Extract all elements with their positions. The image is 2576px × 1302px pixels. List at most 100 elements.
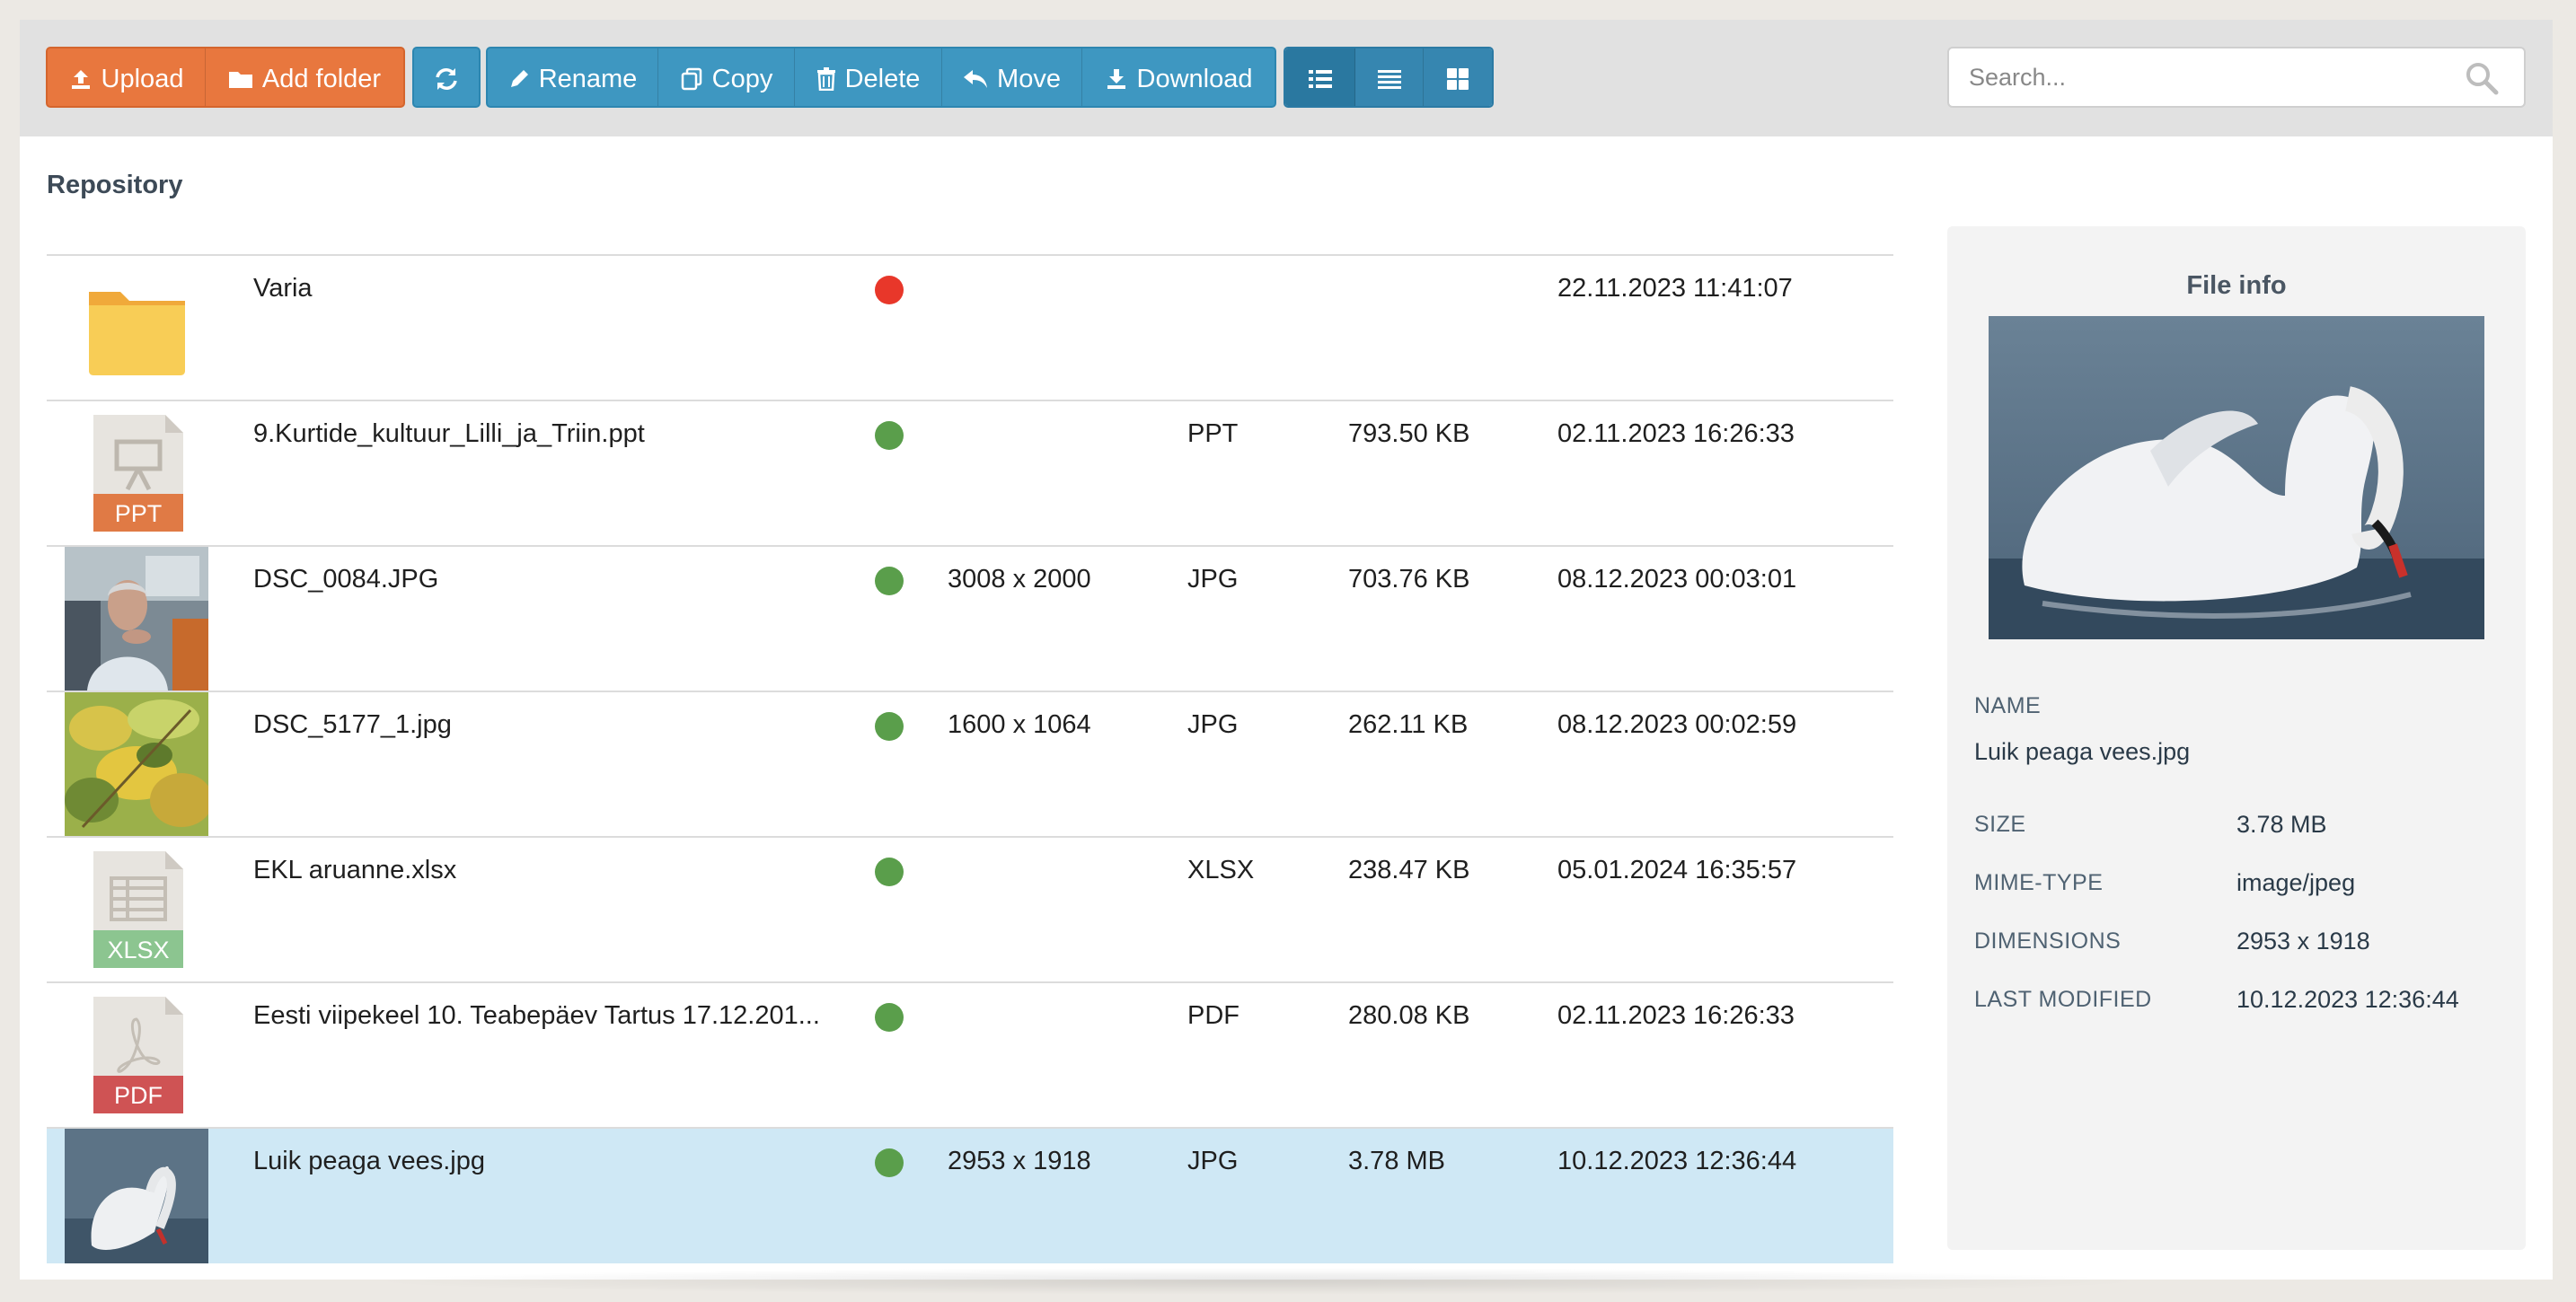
last-modified-label: LAST MODIFIED bbox=[1974, 987, 2152, 1012]
file-type: JPG bbox=[1187, 710, 1239, 739]
search-input[interactable] bbox=[1969, 48, 2454, 106]
file-type: PDF bbox=[1187, 1001, 1239, 1030]
mime-type-value: image/jpeg bbox=[2236, 869, 2356, 896]
size-value: 3.78 MB bbox=[2236, 811, 2327, 838]
upload-button[interactable]: Upload bbox=[48, 48, 206, 106]
add-folder-label: Add folder bbox=[261, 64, 382, 93]
file-modified: 05.01.2024 16:35:57 bbox=[1557, 856, 1797, 884]
pdf-file-icon: PDF bbox=[65, 983, 208, 1127]
dimensions-label: DIMENSIONS bbox=[1974, 928, 2122, 954]
file-name: EKL aruanne.xlsx bbox=[253, 856, 457, 884]
ppt-file-icon: PPT bbox=[65, 401, 208, 545]
search-icon[interactable] bbox=[2465, 61, 2499, 100]
file-type: JPG bbox=[1187, 1147, 1239, 1175]
file-modified: 02.11.2023 16:26:33 bbox=[1557, 419, 1795, 448]
file-size: 793.50 KB bbox=[1348, 419, 1470, 448]
status-dot-green bbox=[875, 421, 904, 450]
status-dot-green bbox=[875, 567, 904, 595]
mime-type-label: MIME-TYPE bbox=[1974, 870, 2104, 895]
file-row-selected[interactable]: Luik peaga vees.jpg 2953 x 1918 JPG 3.78… bbox=[47, 1129, 1893, 1263]
ppt-badge-label: PPT bbox=[115, 500, 163, 527]
upload-button-group: Upload Add folder bbox=[46, 47, 405, 108]
view-compact-button[interactable] bbox=[1355, 48, 1424, 106]
add-folder-button[interactable]: Add folder bbox=[206, 48, 403, 106]
file-row[interactable]: XLSX EKL aruanne.xlsx XLSX 238.47 KB 05.… bbox=[47, 838, 1893, 983]
compact-list-icon bbox=[1377, 68, 1402, 90]
file-info-panel: File info NAME Luik peaga vees.jpg SIZE … bbox=[1947, 226, 2526, 1250]
reply-arrow-icon bbox=[963, 68, 988, 90]
photo-man-thumbnail bbox=[65, 547, 208, 691]
folder-icon bbox=[228, 68, 253, 90]
size-label: SIZE bbox=[1974, 812, 2026, 837]
file-type: PPT bbox=[1187, 419, 1239, 448]
file-row[interactable]: PPT 9.Kurtide_kultuur_Lilli_ja_Triin.ppt… bbox=[47, 401, 1893, 547]
photo-swan-thumbnail bbox=[65, 1129, 208, 1263]
pencil-icon bbox=[508, 68, 530, 90]
delete-label: Delete bbox=[844, 64, 921, 93]
file-actions-group: Rename Copy Delete Move Download bbox=[486, 47, 1276, 108]
file-dimensions: 3008 x 2000 bbox=[948, 565, 1091, 594]
refresh-button[interactable] bbox=[414, 48, 479, 106]
xlsx-file-icon: XLSX bbox=[65, 838, 208, 981]
file-name: DSC_0084.JPG bbox=[253, 565, 439, 594]
file-dimensions: 1600 x 1064 bbox=[948, 710, 1091, 739]
xlsx-badge-label: XLSX bbox=[107, 937, 169, 963]
repository-title: Repository bbox=[47, 171, 183, 199]
move-label: Move bbox=[997, 64, 1061, 93]
file-info-title: File info bbox=[2186, 271, 2287, 300]
download-label: Download bbox=[1136, 64, 1253, 93]
file-row[interactable]: DSC_5177_1.jpg 1600 x 1064 JPG 262.11 KB… bbox=[47, 692, 1893, 838]
file-name: Varia bbox=[253, 274, 313, 303]
file-modified: 08.12.2023 00:03:01 bbox=[1557, 565, 1797, 594]
trash-icon bbox=[816, 67, 836, 91]
name-value: Luik peaga vees.jpg bbox=[1974, 738, 2191, 765]
file-modified: 10.12.2023 12:36:44 bbox=[1557, 1147, 1797, 1175]
pdf-badge-label: PDF bbox=[114, 1082, 163, 1109]
move-button[interactable]: Move bbox=[942, 48, 1082, 106]
rename-label: Rename bbox=[538, 64, 638, 93]
delete-button[interactable]: Delete bbox=[795, 48, 942, 106]
download-icon bbox=[1105, 67, 1128, 91]
file-size: 3.78 MB bbox=[1348, 1147, 1445, 1175]
file-row[interactable]: DSC_0084.JPG 3008 x 2000 JPG 703.76 KB 0… bbox=[47, 547, 1893, 692]
file-row[interactable]: PDF Eesti viipekeel 10. Teabepäev Tartus… bbox=[47, 983, 1893, 1129]
file-modified: 22.11.2023 11:41:07 bbox=[1557, 274, 1793, 303]
grid-icon bbox=[1446, 67, 1469, 91]
status-dot-green bbox=[875, 1148, 904, 1177]
copy-label: Copy bbox=[711, 64, 773, 93]
file-name: Luik peaga vees.jpg bbox=[253, 1147, 485, 1175]
file-type: JPG bbox=[1187, 565, 1239, 594]
file-size: 262.11 KB bbox=[1348, 710, 1469, 739]
search-box bbox=[1947, 47, 2526, 108]
file-preview-image bbox=[1989, 316, 2484, 639]
view-mode-group bbox=[1284, 47, 1494, 108]
copy-button[interactable]: Copy bbox=[658, 48, 795, 106]
refresh-icon bbox=[434, 66, 459, 92]
file-manager-window: Upload Add folder Rename Copy Delete Mov… bbox=[20, 20, 2553, 1280]
upload-label: Upload bbox=[101, 64, 184, 93]
view-list-button[interactable] bbox=[1285, 48, 1355, 106]
upload-icon bbox=[69, 67, 93, 91]
photo-leaves-thumbnail bbox=[65, 692, 213, 836]
file-table: Varia 22.11.2023 11:41:07 PPT 9.Kurtide_… bbox=[47, 254, 1893, 1263]
file-modified: 08.12.2023 00:02:59 bbox=[1557, 710, 1797, 739]
download-button[interactable]: Download bbox=[1082, 48, 1275, 106]
file-type: XLSX bbox=[1187, 856, 1255, 884]
status-dot-red bbox=[875, 276, 904, 304]
last-modified-value: 10.12.2023 12:36:44 bbox=[2236, 986, 2459, 1013]
file-name: 9.Kurtide_kultuur_Lilli_ja_Triin.ppt bbox=[253, 419, 645, 448]
window-shadow bbox=[359, 1268, 2156, 1295]
folder-icon bbox=[65, 256, 208, 400]
file-row[interactable]: Varia 22.11.2023 11:41:07 bbox=[47, 256, 1893, 401]
file-size: 280.08 KB bbox=[1348, 1001, 1470, 1030]
view-grid-button[interactable] bbox=[1424, 48, 1492, 106]
file-name: Eesti viipekeel 10. Teabepäev Tartus 17.… bbox=[253, 1001, 820, 1030]
list-icon bbox=[1308, 68, 1333, 90]
copy-icon bbox=[680, 67, 703, 91]
name-label: NAME bbox=[1974, 693, 2042, 718]
rename-button[interactable]: Rename bbox=[488, 48, 658, 106]
refresh-button-group bbox=[412, 47, 481, 108]
file-dimensions: 2953 x 1918 bbox=[948, 1147, 1091, 1175]
file-name: DSC_5177_1.jpg bbox=[253, 710, 452, 739]
toolbar: Upload Add folder Rename Copy Delete Mov… bbox=[20, 20, 2553, 136]
